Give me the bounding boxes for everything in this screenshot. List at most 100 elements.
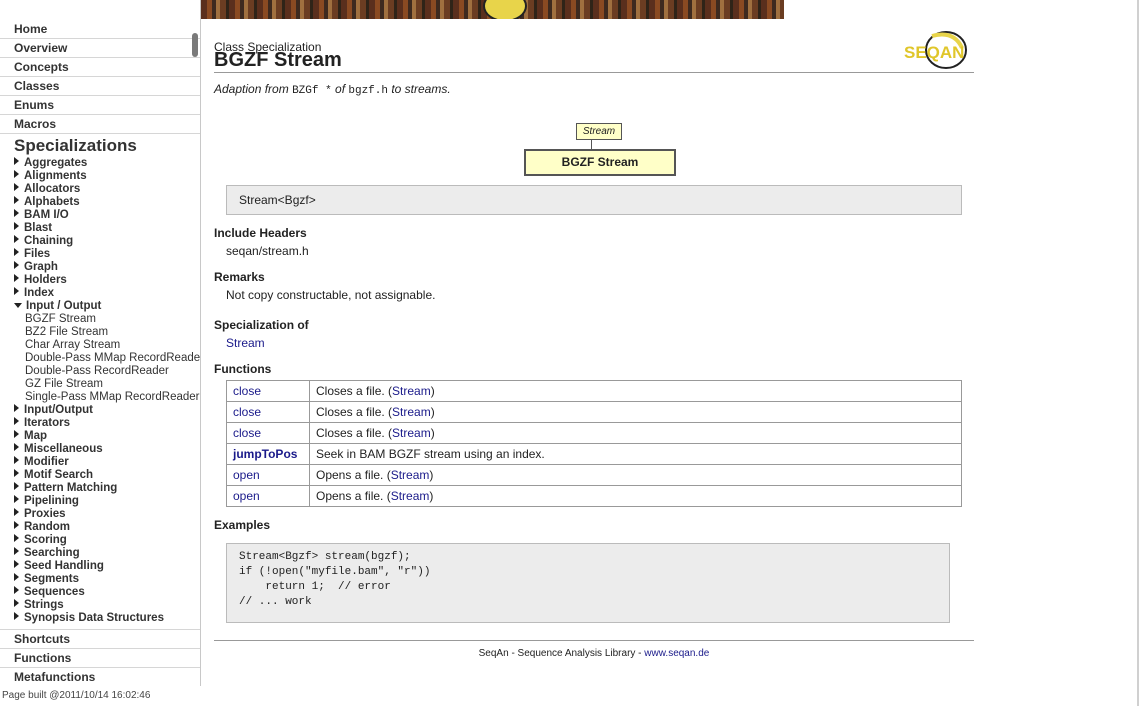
sidebar-category-label: Alignments xyxy=(24,170,87,182)
function-desc-cell: Seek in BAM BGZF stream using an index. xyxy=(309,443,962,465)
sidebar-category[interactable]: Synopsis Data Structures xyxy=(0,612,200,625)
sidebar-category[interactable]: Alignments xyxy=(0,170,200,183)
function-link[interactable]: jumpToPos xyxy=(233,447,297,461)
sidebar-category[interactable]: Files xyxy=(0,248,200,261)
sidebar-subitem[interactable]: BZ2 File Stream xyxy=(0,326,200,339)
function-ref-link[interactable]: Stream xyxy=(391,489,430,503)
sidebar-category[interactable]: Miscellaneous xyxy=(0,443,200,456)
sidebar-category[interactable]: Aggregates xyxy=(0,157,200,170)
function-ref-link[interactable]: Stream xyxy=(391,468,430,482)
function-ref-link[interactable]: Stream xyxy=(392,405,431,419)
nav-overview[interactable]: Overview xyxy=(0,39,200,58)
sidebar-top-nav: Home Overview Concepts Classes Enums Mac… xyxy=(0,20,200,134)
sidebar-category-label: Synopsis Data Structures xyxy=(24,612,164,624)
sidebar-category-label: Seed Handling xyxy=(24,560,104,572)
function-desc-cell: Closes a file. (Stream) xyxy=(309,380,962,402)
sidebar-category-label: Proxies xyxy=(24,508,66,520)
function-link[interactable]: open xyxy=(233,489,260,503)
sidebar-subitem[interactable]: BGZF Stream xyxy=(0,313,200,326)
sidebar-category-label: Pattern Matching xyxy=(24,482,118,494)
example-code: Stream<Bgzf> stream(bgzf); if (!open("my… xyxy=(226,543,950,623)
sidebar-category[interactable]: Random xyxy=(0,521,200,534)
function-link[interactable]: close xyxy=(233,384,261,398)
nav-classes[interactable]: Classes xyxy=(0,77,200,96)
sidebar-category[interactable]: BAM I/O xyxy=(0,209,200,222)
sidebar-category-label: Sequences xyxy=(24,586,85,598)
sidebar-category[interactable]: Input / Output xyxy=(0,300,200,313)
function-desc: Seek in BAM BGZF stream using an index. xyxy=(316,447,545,461)
sidebar-category[interactable]: Modifier xyxy=(0,456,200,469)
sidebar-subitem[interactable]: Double-Pass MMap RecordReader xyxy=(0,352,200,365)
sidebar-category[interactable]: Strings xyxy=(0,599,200,612)
triangle-right-icon xyxy=(14,456,19,464)
function-name-cell: close xyxy=(226,401,310,423)
nav-concepts[interactable]: Concepts xyxy=(0,58,200,77)
sidebar-category-label: Chaining xyxy=(24,235,74,247)
table-row: close Closes a file. (Stream) xyxy=(226,422,962,444)
sidebar-subitem[interactable]: Double-Pass RecordReader xyxy=(0,365,200,378)
signature-box: Stream<Bgzf> xyxy=(226,185,962,215)
nav-metafunctions[interactable]: Metafunctions xyxy=(0,667,200,686)
function-link[interactable]: open xyxy=(233,468,260,482)
function-name-cell: close xyxy=(226,380,310,402)
sidebar-category[interactable]: Searching xyxy=(0,547,200,560)
footer-divider xyxy=(214,640,974,641)
triangle-right-icon xyxy=(14,157,19,165)
triangle-right-icon xyxy=(14,170,19,178)
spec-of-link[interactable]: Stream xyxy=(226,336,265,350)
triangle-right-icon xyxy=(14,586,19,594)
header-banner xyxy=(201,0,784,19)
sidebar-category-label: Graph xyxy=(24,261,58,273)
sidebar-category[interactable]: Blast xyxy=(0,222,200,235)
triangle-right-icon xyxy=(14,508,19,516)
sidebar-category[interactable]: Chaining xyxy=(0,235,200,248)
sidebar-category[interactable]: Pipelining xyxy=(0,495,200,508)
sidebar-subitem[interactable]: Char Array Stream xyxy=(0,339,200,352)
nav-shortcuts[interactable]: Shortcuts xyxy=(0,629,200,648)
sidebar-scrollbar[interactable] xyxy=(192,33,198,57)
nav-functions[interactable]: Functions xyxy=(0,648,200,667)
sidebar-category[interactable]: Map xyxy=(0,430,200,443)
function-desc-cell: Closes a file. (Stream) xyxy=(309,401,962,423)
function-link[interactable]: close xyxy=(233,426,261,440)
triangle-right-icon xyxy=(14,248,19,256)
sidebar-category[interactable]: Index xyxy=(0,287,200,300)
function-ref-link[interactable]: Stream xyxy=(392,384,431,398)
table-row: open Opens a file. (Stream) xyxy=(226,464,962,486)
footer-link[interactable]: www.seqan.de xyxy=(644,648,709,659)
sidebar-category[interactable]: Scoring xyxy=(0,534,200,547)
function-link[interactable]: close xyxy=(233,405,261,419)
sidebar-category[interactable]: Sequences xyxy=(0,586,200,599)
sidebar-category[interactable]: Iterators xyxy=(0,417,200,430)
sidebar-category-label: Segments xyxy=(24,573,79,585)
sidebar-category-label: Alphabets xyxy=(24,196,80,208)
sidebar-category[interactable]: Seed Handling xyxy=(0,560,200,573)
nav-enums[interactable]: Enums xyxy=(0,96,200,115)
build-info: Page built @2011/10/14 16:02:46 xyxy=(2,690,151,701)
sidebar-category[interactable]: Alphabets xyxy=(0,196,200,209)
sidebar-category[interactable]: Segments xyxy=(0,573,200,586)
sidebar-category[interactable]: Proxies xyxy=(0,508,200,521)
sidebar-category[interactable]: Pattern Matching xyxy=(0,482,200,495)
diagram-self-box: BGZF Stream xyxy=(524,149,676,176)
nav-home[interactable]: Home xyxy=(0,20,200,39)
function-ref-link[interactable]: Stream xyxy=(392,426,431,440)
sidebar-category-label: Random xyxy=(24,521,70,533)
seqan-logo-text: SEQAN xyxy=(904,43,964,62)
diagram-parent-box[interactable]: Stream xyxy=(576,123,622,140)
remarks-heading: Remarks xyxy=(214,270,265,284)
sidebar-category-label: Files xyxy=(24,248,51,260)
sidebar-category[interactable]: Holders xyxy=(0,274,200,287)
sidebar-subitem[interactable]: GZ File Stream xyxy=(0,378,200,391)
include-value: seqan/stream.h xyxy=(226,244,309,258)
sidebar-category-label: Map xyxy=(24,430,47,442)
triangle-right-icon xyxy=(14,443,19,451)
table-row: jumpToPos Seek in BAM BGZF stream using a… xyxy=(226,443,962,465)
nav-macros[interactable]: Macros xyxy=(0,115,200,134)
function-desc-cell: Opens a file. (Stream) xyxy=(309,485,962,507)
sidebar-subitem[interactable]: Single-Pass MMap RecordReader xyxy=(0,391,200,404)
sidebar-category[interactable]: Input/Output xyxy=(0,404,200,417)
sidebar-category[interactable]: Graph xyxy=(0,261,200,274)
sidebar-category[interactable]: Allocators xyxy=(0,183,200,196)
sidebar-category[interactable]: Motif Search xyxy=(0,469,200,482)
